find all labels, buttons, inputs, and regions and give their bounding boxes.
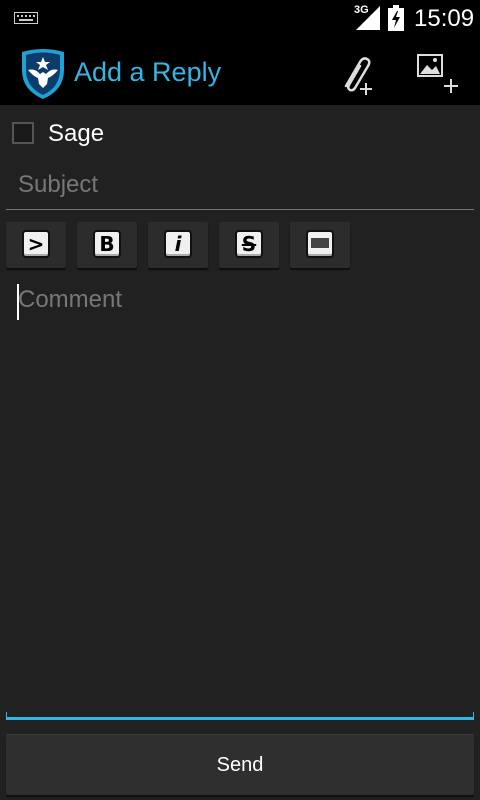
bold-format-icon: B [93,230,121,258]
status-bar: 3G 15:09 [0,0,480,38]
battery-charging-icon [388,5,404,31]
page-title: Add a Reply [74,57,222,87]
comment-underline-left-tick [6,712,7,720]
subject-input[interactable] [6,160,474,210]
spoiler-format-icon [306,230,334,258]
sage-label: Sage [48,120,105,147]
add-image-icon [417,54,458,93]
sage-row[interactable]: Sage [0,112,480,156]
sage-checkbox[interactable] [12,122,34,144]
comment-underline-right-tick [473,712,474,720]
quote-format-button[interactable]: > [6,222,66,268]
text-cursor [17,284,19,320]
strikethrough-format-button[interactable]: S [219,222,279,268]
spoiler-format-button[interactable] [290,222,350,268]
strikethrough-format-icon: S [235,230,263,258]
signal-icon [356,6,380,30]
comment-textarea[interactable] [6,282,474,720]
keyboard-icon [14,12,38,24]
action-bar-divider [0,38,480,105]
status-clock: 15:09 [414,5,475,32]
italic-format-icon: i [164,230,192,258]
bold-format-button[interactable]: B [77,222,137,268]
attach-file-icon [344,57,372,95]
add-image-button[interactable] [412,46,468,100]
shield-eagle-icon[interactable] [20,48,66,100]
italic-format-button[interactable]: i [148,222,208,268]
attach-file-button[interactable] [330,46,386,100]
quote-format-icon: > [22,230,50,258]
send-button[interactable]: Send [6,734,474,795]
